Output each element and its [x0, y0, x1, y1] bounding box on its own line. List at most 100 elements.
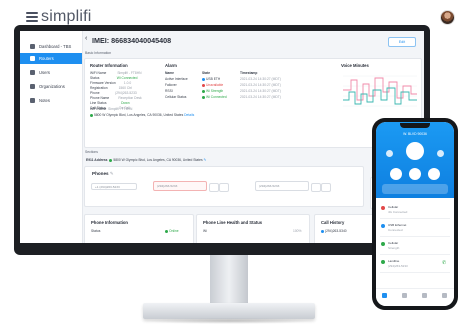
- alerts-nav-icon[interactable]: [402, 293, 407, 298]
- router-row: Registration 1560 Ctrl: [90, 86, 132, 90]
- pencil-icon[interactable]: ✎: [110, 171, 114, 176]
- voice-minutes-chart: [343, 75, 417, 107]
- users-icon: [30, 70, 35, 75]
- sidebar-item-label: Organizations: [39, 84, 65, 89]
- home-nav-icon[interactable]: [382, 293, 387, 298]
- voice-minutes-title: Voice Minutes: [341, 63, 369, 68]
- mobile-list-item[interactable]: Cellular 4G Connected: [380, 202, 450, 219]
- router-row: Status Wi Connected: [90, 76, 138, 80]
- router-icon: [30, 56, 35, 61]
- sidebar-item-label: Users: [39, 70, 50, 75]
- usb-icon: [381, 224, 385, 228]
- phone-field[interactable]: +1 (294)263-5233: [91, 183, 137, 190]
- settings-button[interactable]: [321, 183, 331, 192]
- router-row: Call Status On Call: [90, 106, 130, 110]
- monitor-stand-base: [143, 303, 315, 319]
- phone-status-label: Status: [91, 229, 101, 233]
- router-address: 5800 W Olympic Blvd, Los Angeles, CA 900…: [90, 113, 194, 117]
- pencil-icon[interactable]: ✎: [204, 158, 207, 162]
- router-info-title: Router Information: [90, 63, 128, 68]
- alarm-row-timestamp: 2021-03-24 14:30:27 (MDT): [240, 83, 281, 87]
- settings-button[interactable]: [219, 183, 229, 192]
- alarm-row-name: Active Interface: [165, 77, 188, 81]
- phone-tile-icon[interactable]: [386, 150, 393, 157]
- plans-nav-icon[interactable]: [422, 293, 427, 298]
- sidebar-item-notes[interactable]: Notes: [20, 95, 82, 106]
- phone-line-health-percent: 100%: [293, 229, 302, 233]
- sidebar: Dashboard - TBS Routers Users Organizati…: [20, 31, 83, 243]
- phone-field[interactable]: (294)263-5233: [255, 181, 309, 191]
- router-row: Line Status Down: [90, 101, 130, 105]
- chevron-left-icon[interactable]: ‹: [85, 35, 87, 42]
- alarm-header-timestamp: Timestamp: [240, 71, 258, 75]
- monitor-stand-neck: [210, 255, 248, 305]
- address-details-link[interactable]: Details: [184, 113, 194, 117]
- alarm-row-state: Wi Connected: [202, 95, 227, 99]
- sidebar-item-label: Routers: [39, 56, 54, 61]
- mobile-header-label: W. BLVD 90036: [403, 132, 427, 136]
- organization-icon: [30, 84, 35, 89]
- sidebar-item-routers[interactable]: Routers: [20, 53, 82, 64]
- alarm-title: Alarm: [165, 63, 177, 68]
- sidebar-item-dashboard[interactable]: Dashboard - TBS: [20, 41, 82, 52]
- mobile-list-item[interactable]: Landline (294)263-5233 ✆: [380, 256, 450, 273]
- user-avatar[interactable]: [440, 10, 455, 25]
- phone-icon: [381, 260, 385, 264]
- phone-icon: [321, 229, 324, 233]
- alarm-row-name: Failover: [165, 83, 177, 87]
- alarm-row-state: Wi Strength: [202, 89, 223, 93]
- phone-line-health-panel: Phone Line Health and Status Wi 100%: [196, 214, 310, 243]
- warning-icon: [202, 83, 205, 87]
- check-icon: [202, 95, 205, 99]
- mobile-hero: W. BLVD 90036: [376, 122, 454, 198]
- wifi-status-icon[interactable]: [406, 142, 424, 160]
- phone-information-title: Phone Information: [91, 220, 128, 225]
- router-row: WiFi Name Simplifi - FT8HN: [90, 71, 142, 75]
- site-logo[interactable]: simplifi: [41, 8, 92, 26]
- hamburger-menu-icon[interactable]: [26, 12, 38, 22]
- call-history-row: (294)263-5340: [321, 229, 347, 233]
- call-button[interactable]: [209, 183, 219, 192]
- alarm-row-timestamp: 2021-03-24 14:30:27 (MDT): [240, 77, 281, 81]
- edit-button[interactable]: Edit: [388, 37, 416, 47]
- phone-status-value: Online: [165, 229, 179, 233]
- mobile-bottom-nav: [376, 288, 454, 306]
- settings-nav-icon[interactable]: [442, 293, 447, 298]
- alarm-row-name: Cellular Status: [165, 95, 187, 99]
- call-button[interactable]: [311, 183, 321, 192]
- alarm-row-name: RSSI: [165, 89, 173, 93]
- status-dot: [165, 229, 168, 233]
- phone-notch: [400, 123, 430, 128]
- phone-field-error[interactable]: (294)263-5233: [153, 181, 207, 191]
- tile-phones-icon[interactable]: [409, 168, 421, 180]
- monitor-stand-shadow: [140, 318, 318, 324]
- alarm-row-timestamp: 2021-03-24 14:30:27 (MDT): [240, 95, 281, 99]
- phone-information-panel: Phone Information Status Online: [84, 214, 194, 243]
- tile-power-icon[interactable]: [390, 168, 402, 180]
- signal-icon: [202, 89, 205, 93]
- router-row: Phone Name Reception Desk: [90, 96, 142, 100]
- dashboard-icon: [30, 44, 35, 49]
- phones-panel: Phones ✎ +1 (294)263-5233 (294)263-5233 …: [84, 166, 364, 207]
- phones-title: Phones ✎: [92, 171, 114, 176]
- cellular-icon: [381, 206, 385, 210]
- router-tile-icon[interactable]: [437, 150, 444, 157]
- phone-line-health-first: Wi: [203, 229, 207, 233]
- mobile-list-item[interactable]: Cellular Strength: [380, 238, 450, 255]
- alarm-row-state: USB ETH: [202, 77, 220, 81]
- mobile-hero-banner: [382, 184, 448, 194]
- voice-minutes-series-pink: [343, 77, 417, 101]
- e911-row: E911 Address 5800 W Olympic Blvd, Los An…: [86, 158, 207, 162]
- sections-label: Sections: [85, 150, 99, 154]
- alarm-row-state: Unavailable: [202, 83, 223, 87]
- location-pin-icon: [109, 158, 113, 162]
- mobile-list-item[interactable]: USB Ethernet Connected: [380, 220, 450, 237]
- sidebar-item-users[interactable]: Users: [20, 67, 82, 78]
- call-icon[interactable]: ✆: [442, 260, 446, 266]
- page-title: IMEI: 866834040045408: [92, 36, 172, 45]
- tile-voice-icon[interactable]: [428, 168, 440, 180]
- sidebar-item-label: Notes: [39, 98, 50, 103]
- sidebar-item-organizations[interactable]: Organizations: [20, 81, 82, 92]
- notes-icon: [30, 98, 35, 103]
- router-row: Phone (294)263-5233: [90, 91, 137, 95]
